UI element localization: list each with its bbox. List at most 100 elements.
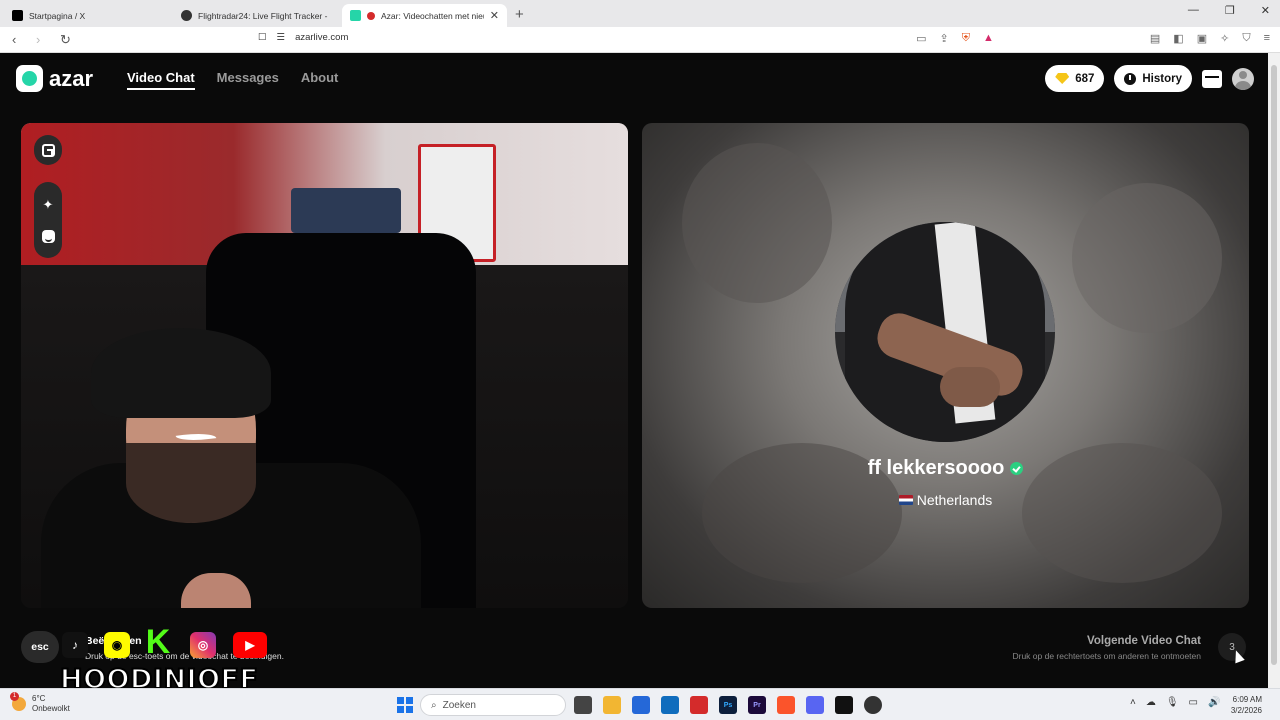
site-info-icon[interactable]: ☰ bbox=[277, 32, 286, 43]
tray-expand-icon[interactable]: ˄ bbox=[1130, 697, 1136, 708]
header-actions: 687 History bbox=[1045, 65, 1254, 92]
history-icon bbox=[1124, 72, 1137, 85]
address-bar: ‹ › ↻ ☐ ☰ azarlive.com ▭ ⇪ ⛨ ▲ ▤ ◧ ▣ ✧ ⛉… bbox=[0, 27, 1280, 53]
instagram-icon: ◎ bbox=[190, 632, 216, 658]
close-tab-icon[interactable]: ✕ bbox=[490, 9, 499, 22]
store-app-icon[interactable] bbox=[632, 696, 650, 714]
rewards-icon[interactable]: ▲ bbox=[983, 32, 994, 45]
new-tab-button[interactable]: + bbox=[515, 6, 524, 23]
nav-video-chat[interactable]: Video Chat bbox=[127, 70, 195, 90]
brave-shield-icon[interactable]: ⛨ bbox=[962, 32, 970, 45]
search-placeholder: Zoeken bbox=[442, 699, 476, 711]
tab-title: Flightradar24: Live Flight Tracker - Re bbox=[198, 10, 330, 21]
volume-icon[interactable]: 🔊 bbox=[1208, 697, 1220, 708]
brave-browser-icon[interactable] bbox=[777, 696, 795, 714]
nav-messages[interactable]: Messages bbox=[217, 70, 279, 90]
weather-widget[interactable]: 1 6°C Onbewolkt bbox=[10, 692, 70, 714]
discord-icon[interactable] bbox=[806, 696, 824, 714]
tab-x[interactable]: Startpagina / X bbox=[4, 4, 169, 27]
time: 6:09 AM bbox=[1232, 695, 1262, 704]
url-field[interactable]: ☐ ☰ azarlive.com bbox=[258, 32, 348, 43]
cast-icon[interactable]: ▭ bbox=[916, 32, 926, 45]
back-icon[interactable]: ‹ bbox=[12, 32, 24, 47]
tab-azar[interactable]: Azar: Videochatten met nieuw ✕ bbox=[342, 4, 507, 27]
search-icon: ⌕ bbox=[431, 699, 437, 711]
verified-icon bbox=[1010, 462, 1024, 475]
reader-icon[interactable]: ▤ bbox=[1150, 32, 1160, 45]
esc-button[interactable]: esc bbox=[21, 631, 59, 663]
close-window-button[interactable]: ✕ bbox=[1261, 4, 1270, 17]
logo-text: azar bbox=[49, 65, 94, 91]
magic-wand-icon[interactable]: ✦ bbox=[43, 198, 54, 211]
vpn-icon[interactable]: ⛉ bbox=[1242, 32, 1250, 45]
next-chat-description: Druk op de rechtertoets om anderen te on… bbox=[1012, 651, 1201, 661]
azar-logo[interactable]: azar bbox=[16, 65, 93, 92]
app-header: azar Video Chat Messages About 687 Histo… bbox=[0, 53, 1268, 105]
onedrive-icon[interactable]: ☁ bbox=[1146, 697, 1156, 708]
sidebar-icon[interactable]: ◧ bbox=[1173, 32, 1183, 45]
flightradar-icon bbox=[181, 10, 192, 21]
store-icon[interactable] bbox=[1202, 69, 1222, 88]
browser-toolbar: ▭ ⇪ ⛨ ▲ ▤ ◧ ▣ ✧ ⛉ ≡ bbox=[916, 32, 1270, 45]
local-video bbox=[21, 123, 628, 608]
window-controls: — ❐ ✕ bbox=[1188, 4, 1270, 17]
outlook-icon[interactable] bbox=[661, 696, 679, 714]
windows-taskbar: 1 6°C Onbewolkt ⌕ Zoeken Ps Pr ˄ ☁ 🎙 ▭ 🔊… bbox=[0, 688, 1280, 720]
microphone-icon[interactable]: 🎙 bbox=[1166, 697, 1179, 708]
file-explorer-icon[interactable] bbox=[603, 696, 621, 714]
capcut-icon[interactable] bbox=[835, 696, 853, 714]
main-nav: Video Chat Messages About bbox=[127, 70, 338, 90]
start-button[interactable] bbox=[397, 697, 413, 713]
url-text: azarlive.com bbox=[295, 32, 349, 43]
task-view-icon[interactable] bbox=[574, 696, 592, 714]
page-scrollbar[interactable] bbox=[1268, 53, 1280, 688]
history-label: History bbox=[1142, 72, 1182, 85]
menu-icon[interactable]: ≡ bbox=[1264, 32, 1270, 45]
kick-icon: K bbox=[145, 622, 171, 661]
next-chat-title: Volgende Video Chat bbox=[1087, 635, 1201, 647]
history-button[interactable]: History bbox=[1114, 65, 1192, 92]
premiere-icon[interactable]: Pr bbox=[748, 696, 766, 714]
tab-title: Startpagina / X bbox=[29, 10, 86, 21]
effects-toolbar: ✦ bbox=[34, 182, 62, 258]
gem-count: 687 bbox=[1075, 72, 1095, 85]
taskbar-clock[interactable]: 6:09 AM 3/2/2026 bbox=[1231, 694, 1262, 716]
tab-flightradar[interactable]: Flightradar24: Live Flight Tracker - Re bbox=[173, 4, 338, 27]
scrollbar-thumb[interactable] bbox=[1271, 65, 1277, 665]
acrobat-icon[interactable] bbox=[690, 696, 708, 714]
date: 3/2/2026 bbox=[1230, 706, 1262, 715]
system-tray: ˄ ☁ 🎙 ▭ 🔊 bbox=[1130, 697, 1220, 708]
wallet-icon[interactable]: ▣ bbox=[1197, 32, 1207, 45]
face-filter-icon[interactable] bbox=[41, 229, 55, 243]
gem-icon bbox=[1055, 73, 1070, 84]
nav-about[interactable]: About bbox=[301, 70, 339, 90]
obs-icon[interactable] bbox=[864, 696, 882, 714]
bookmark-icon[interactable]: ☐ bbox=[258, 32, 267, 43]
photoshop-icon[interactable]: Ps bbox=[719, 696, 737, 714]
restore-button[interactable]: ❐ bbox=[1225, 4, 1235, 17]
taskbar-search[interactable]: ⌕ Zoeken bbox=[420, 694, 566, 716]
ai-icon[interactable]: ✧ bbox=[1220, 32, 1229, 45]
azar-logo-icon bbox=[16, 65, 43, 92]
weather-icon: 1 bbox=[10, 692, 26, 711]
username-text: ff lekkersoooo bbox=[867, 457, 1005, 479]
remote-profile-photo bbox=[835, 222, 1055, 442]
netherlands-flag-icon bbox=[898, 495, 913, 505]
minimize-button[interactable]: — bbox=[1188, 4, 1199, 17]
country-text: Netherlands bbox=[916, 492, 993, 508]
profile-avatar[interactable] bbox=[1232, 67, 1254, 90]
remote-country: Netherlands bbox=[642, 492, 1249, 508]
network-icon[interactable]: ▭ bbox=[1189, 697, 1198, 708]
browser-tab-bar: Startpagina / X Flightradar24: Live Flig… bbox=[0, 0, 1280, 27]
streamer-image bbox=[41, 233, 421, 608]
azar-icon bbox=[350, 10, 361, 21]
remote-username: ff lekkersoooo bbox=[642, 457, 1249, 480]
forward-icon[interactable]: › bbox=[36, 32, 48, 47]
reload-icon[interactable]: ↻ bbox=[60, 32, 72, 48]
gems-button[interactable]: 687 bbox=[1045, 65, 1105, 92]
share-icon[interactable]: ⇪ bbox=[940, 32, 949, 45]
temperature: 6°C bbox=[32, 694, 46, 703]
expand-button[interactable] bbox=[34, 135, 62, 165]
youtube-icon: ▶ bbox=[233, 632, 267, 658]
tiktok-icon: ♪ bbox=[62, 632, 88, 658]
